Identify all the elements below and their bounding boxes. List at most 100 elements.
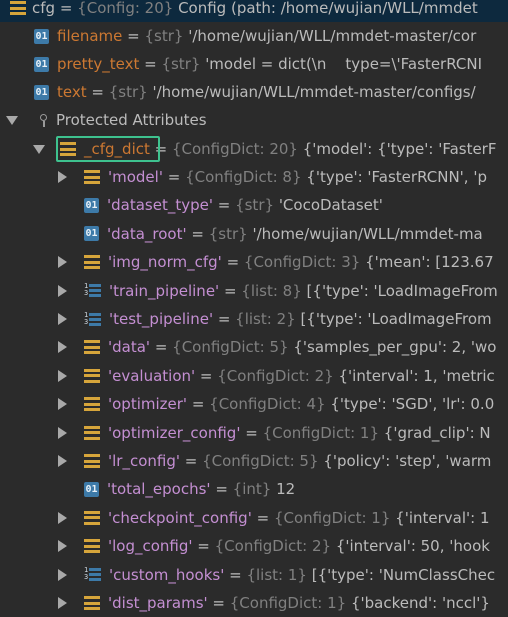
tree-row-entry[interactable]: 'optimizer' = {ConfigDict: 4} {'type': '… (0, 390, 508, 418)
var-name: pretty_text (57, 55, 140, 73)
dict-icon (84, 397, 100, 412)
var-value: [{'type': 'LoadImageFrom (300, 310, 492, 328)
tree-row-entry[interactable]: 01'dataset_type' = {str} 'CocoDataset' (0, 191, 508, 219)
highlight-box (56, 136, 160, 162)
var-type: {ConfigDict: 2} (217, 366, 334, 385)
tree-row-text[interactable]: 01 text = {str} '/home/wujian/WLL/mmdet-… (0, 78, 508, 106)
var-type: {str} (144, 27, 184, 45)
dict-icon (84, 425, 100, 440)
tree-row-entry[interactable]: 1 3'custom_hooks' = {list: 1} [{'type': … (0, 561, 508, 589)
expand-arrow-icon[interactable] (58, 426, 67, 439)
tree-row-entry[interactable]: 'checkpoint_config' = {ConfigDict: 1} {'… (0, 504, 508, 532)
var-value: {'policy': 'step', 'warm (323, 452, 492, 470)
list-icon: 1 3 (84, 567, 101, 582)
tree-row-entry[interactable]: 'lr_config' = {ConfigDict: 5} {'policy':… (0, 447, 508, 475)
tree-row-entry[interactable]: 'data' = {ConfigDict: 5} {'samples_per_g… (0, 333, 508, 361)
var-name: 'img_norm_cfg' (108, 253, 222, 272)
var-name: 'log_config' (108, 537, 193, 556)
tree-row-entry[interactable]: 1 3'train_pipeline' = {list: 8} [{'type'… (0, 277, 508, 305)
list-icon: 1 3 (84, 311, 101, 327)
var-type: {ConfigDict: 2} (214, 537, 332, 556)
var-name: filename (57, 27, 123, 45)
var-value: [{'type': 'NumClassChec (311, 565, 496, 584)
dict-icon (84, 255, 100, 270)
tree-row-entry[interactable]: 'dist_params' = {ConfigDict: 1} {'backen… (0, 589, 508, 617)
var-value: {'type': 'SGD', 'lr': 0.0 (330, 395, 495, 414)
var-type: {str} (108, 83, 148, 101)
tree-row-cfg[interactable]: cfg = {Config: 20} Config (path: /home/w… (0, 0, 508, 22)
expand-arrow-icon[interactable] (58, 398, 67, 411)
var-name: 'checkpoint_config' (108, 508, 252, 527)
var-name: 'data' (108, 338, 151, 357)
var-name: 'optimizer' (108, 395, 188, 414)
var-name: 'evaluation' (108, 366, 196, 385)
var-type: {list: 1} (246, 565, 307, 584)
var-type: {list: 2} (235, 310, 296, 328)
var-value: {'model': {'type': 'FasterF (302, 140, 497, 158)
var-name: 'dist_params' (108, 594, 208, 612)
var-name: 'train_pipeline' (109, 281, 220, 300)
var-value: {'interval': 50, 'hook (335, 537, 490, 556)
expand-arrow-icon[interactable] (58, 313, 67, 325)
var-name: cfg (32, 0, 56, 17)
var-value: {'type': 'FasterRCNN', 'p (306, 168, 487, 186)
primitive-value-icon: 01 (84, 226, 99, 242)
expand-arrow-icon[interactable] (58, 568, 67, 581)
var-type: {ConfigDict: 20} (171, 140, 298, 158)
primitive-value-icon: 01 (34, 56, 49, 72)
collapse-arrow-icon[interactable] (33, 144, 45, 154)
tree-row-entry[interactable]: 'evaluation' = {ConfigDict: 2} {'interva… (0, 362, 508, 390)
expand-arrow-icon[interactable] (58, 369, 67, 382)
expand-arrow-icon[interactable] (58, 597, 67, 609)
dict-icon (84, 454, 100, 468)
tree-row-protected-attributes[interactable]: Protected Attributes (0, 106, 508, 134)
tree-row-entry[interactable]: 01'total_epochs' = {int} 12 (0, 475, 508, 503)
primitive-value-icon: 01 (84, 481, 99, 497)
tree-row-entry[interactable]: 'img_norm_cfg' = {ConfigDict: 3} {'mean'… (0, 248, 508, 276)
var-type: {ConfigDict: 4} (209, 395, 326, 414)
var-name: 'lr_config' (108, 452, 180, 470)
var-type: {list: 8} (241, 281, 302, 300)
tree-row-entry[interactable]: 'log_config' = {ConfigDict: 2} {'interva… (0, 532, 508, 560)
var-value: 12 (276, 480, 296, 499)
tree-row-entry[interactable]: 'optimizer_config' = {ConfigDict: 1} {'g… (0, 419, 508, 447)
var-value: 'model = dict(\n type=\'FasterRCNI (205, 55, 483, 73)
expand-arrow-icon[interactable] (58, 256, 67, 269)
var-name: 'data_root' (107, 224, 187, 243)
var-type: {ConfigDict: 8} (185, 168, 302, 186)
var-type: {ConfigDict: 5} (202, 452, 319, 470)
tree-row-entry[interactable]: 01'data_root' = {str} '/home/wujian/WLL/… (0, 220, 508, 248)
primitive-value-icon: 01 (34, 28, 49, 44)
var-value: [{'type': 'LoadImageFrom (306, 281, 498, 300)
dict-icon (84, 539, 100, 554)
tree-row-pretty-text[interactable]: 01 pretty_text = {str} 'model = dict(\n … (0, 50, 508, 78)
tree-row-entry[interactable]: 1 3'test_pipeline' = {list: 2} [{'type':… (0, 305, 508, 333)
var-type: {int} (232, 480, 272, 499)
var-name: 'dataset_type' (107, 196, 213, 215)
variables-tree: cfg = {Config: 20} Config (path: /home/w… (0, 0, 508, 615)
var-value: {'interval': 1 (395, 508, 490, 527)
dict-icon (10, 1, 26, 15)
var-type: {ConfigDict: 1} (229, 594, 347, 612)
var-name: 'optimizer_config' (108, 423, 241, 442)
dict-icon (84, 340, 100, 355)
var-name: 'model' (108, 168, 163, 186)
tree-row-entry[interactable]: 'model' = {ConfigDict: 8} {'type': 'Fast… (0, 163, 508, 191)
var-type: {str} (161, 55, 201, 73)
dict-icon (84, 510, 100, 525)
expand-arrow-icon[interactable] (58, 341, 67, 354)
expand-arrow-icon[interactable] (58, 284, 67, 297)
tree-row-filename[interactable]: 01 filename = {str} '/home/wujian/WLL/mm… (0, 22, 508, 50)
primitive-value-icon: 01 (84, 197, 99, 213)
expand-arrow-icon[interactable] (58, 455, 67, 467)
var-type: {ConfigDict: 1} (262, 423, 379, 442)
var-name: 'custom_hooks' (109, 565, 225, 584)
expand-arrow-icon[interactable] (58, 171, 67, 183)
primitive-value-icon: 01 (34, 84, 49, 100)
var-value: {'interval': 1, 'metric (338, 366, 495, 385)
expand-arrow-icon[interactable] (58, 540, 67, 553)
collapse-arrow-icon[interactable] (6, 115, 18, 125)
var-name: 'test_pipeline' (109, 310, 214, 328)
expand-arrow-icon[interactable] (58, 511, 67, 524)
var-value: {'mean': [123.67 (365, 253, 494, 272)
